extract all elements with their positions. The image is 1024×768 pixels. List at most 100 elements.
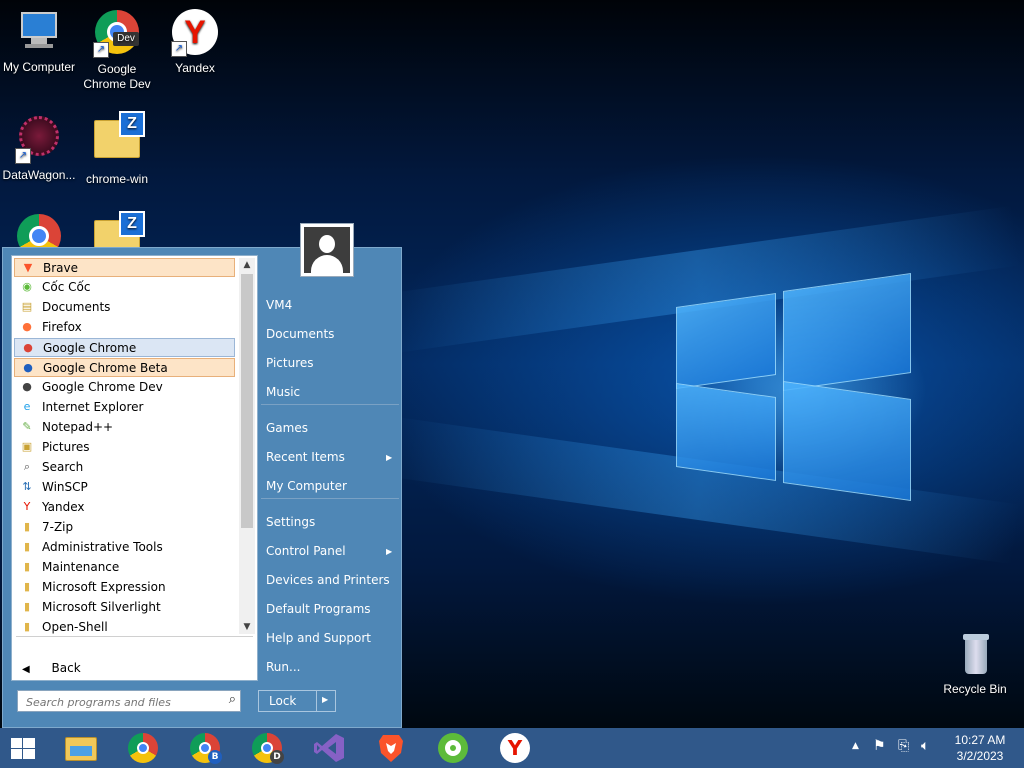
folder-icon: ▮ [23, 520, 31, 533]
folder-icon: ▮ [23, 600, 31, 613]
submenu-arrow-icon: ▶ [386, 453, 393, 462]
coccoc-icon [438, 733, 468, 763]
pictures-icon: ▣ [21, 440, 33, 453]
program-item[interactable]: ▤ Documents [14, 298, 235, 317]
divider [261, 498, 399, 499]
start-menu-link[interactable]: Recent Items [266, 450, 345, 464]
user-avatar[interactable] [300, 223, 354, 277]
scroll-up-icon[interactable]: ▲ [239, 258, 255, 272]
program-label: Microsoft Expression [42, 580, 166, 594]
start-menu-link[interactable]: Run... [266, 660, 300, 674]
taskbar-chrome-dev[interactable]: D [250, 731, 284, 765]
volume-icon[interactable]: 🔈︎ [921, 738, 929, 754]
search-icon[interactable]: ⌕ [229, 692, 236, 707]
program-item[interactable]: ▣ Pictures [14, 438, 235, 457]
program-label: Google Chrome Dev [42, 380, 163, 394]
desktop-icon-yandex[interactable]: Y ↗ Yandex [156, 8, 234, 76]
start-menu-link[interactable]: Music [266, 385, 300, 399]
yandex-icon: Y [23, 500, 31, 513]
taskbar-chrome[interactable] [126, 731, 160, 765]
desktop-icon-label: My Computer [2, 60, 76, 74]
desktop: My Computer Dev ↗ Google Chrome Dev Y ↗ … [0, 0, 1024, 728]
desktop-icon-my-computer[interactable]: My Computer [0, 8, 78, 75]
shortcut-arrow-icon: ↗ [171, 41, 187, 57]
search-input[interactable] [24, 693, 218, 711]
desktop-icon-chrome-dev[interactable]: Dev ↗ Google Chrome Dev [78, 8, 156, 92]
dev-badge: D [270, 750, 284, 764]
program-item[interactable]: ▮ Microsoft Silverlight [14, 598, 235, 617]
program-item[interactable]: ● Google Chrome Beta [14, 358, 235, 377]
program-item[interactable]: ● Google Chrome [14, 338, 235, 357]
taskbar-visual-studio[interactable] [312, 731, 346, 765]
lock-options-arrow-icon[interactable]: ▶ [322, 695, 328, 704]
folder-icon: ▮ [23, 620, 31, 633]
taskbar-yandex[interactable]: Y [498, 731, 532, 765]
program-label: Firefox [42, 320, 82, 334]
internet-explorer-icon: e [23, 400, 31, 413]
program-item[interactable]: ▮ 7-Zip [14, 518, 235, 537]
program-label: Notepad++ [42, 420, 114, 434]
chrome-icon: ● [23, 341, 33, 354]
scrollbar-thumb[interactable] [241, 274, 253, 528]
desktop-icon-label: Yandex [175, 61, 215, 75]
folder-icon: ▮ [23, 560, 31, 573]
start-menu-link[interactable]: VM4 [266, 298, 292, 312]
programs-scrollbar[interactable]: ▲ ▼ [239, 258, 255, 634]
start-menu-link[interactable]: Help and Support [266, 631, 371, 645]
program-item[interactable]: ◉ Cốc Cốc [14, 278, 235, 297]
lock-button[interactable]: Lock ▶ [258, 690, 336, 712]
desktop-icon-chrome-win[interactable]: Z chrome-win [78, 111, 156, 187]
folder-icon: ▮ [23, 540, 31, 553]
program-item[interactable]: e Internet Explorer [14, 398, 235, 417]
start-search-box[interactable]: ⌕ [17, 690, 241, 712]
yandex-icon: Y [500, 733, 530, 763]
desktop-icon-recycle-bin[interactable]: Recycle Bin [936, 630, 1014, 697]
taskbar-file-explorer[interactable] [64, 731, 98, 765]
network-icon[interactable]: ⎘ [898, 738, 909, 754]
recycle-bin-icon [951, 630, 999, 678]
divider [261, 404, 399, 405]
my-computer-icon [15, 8, 63, 56]
program-item[interactable]: ● Firefox [14, 318, 235, 337]
program-item[interactable]: ▼ Brave [14, 258, 235, 277]
program-item[interactable]: ▮ Open-Shell [14, 618, 235, 637]
program-item[interactable]: ⇅ WinSCP [14, 478, 235, 497]
start-menu-link[interactable]: Games [266, 421, 308, 435]
divider [16, 636, 253, 637]
program-label: WinSCP [42, 480, 88, 494]
taskbar: B D Y ▲ ⚑ ⎘ 🔈︎ 10:27 AM 3/2/2023 [0, 728, 1024, 768]
program-item[interactable]: ⌕ Search [14, 458, 235, 477]
program-label: Google Chrome [43, 341, 137, 355]
program-label: Yandex [42, 500, 85, 514]
taskbar-chrome-beta[interactable]: B [188, 731, 222, 765]
wallpaper-logo-pane [676, 292, 776, 390]
back-button[interactable]: ◀ Back [22, 661, 81, 675]
beta-badge: B [208, 750, 222, 764]
scroll-down-icon[interactable]: ▼ [239, 620, 255, 634]
start-menu-link[interactable]: Settings [266, 515, 315, 529]
folder-zip-icon: Z [93, 111, 145, 168]
program-item[interactable]: ✎ Notepad++ [14, 418, 235, 437]
start-menu-link[interactable]: My Computer [266, 479, 347, 493]
program-item[interactable]: ▮ Microsoft Expression [14, 578, 235, 597]
start-menu-link[interactable]: Documents [266, 327, 334, 341]
taskbar-brave[interactable] [374, 731, 408, 765]
chrome-dev-icon: ● [22, 380, 32, 393]
action-center-flag-icon[interactable]: ⚑ [873, 738, 886, 754]
show-hidden-icons-icon[interactable]: ▲ [852, 741, 859, 751]
start-button[interactable] [6, 731, 40, 765]
start-menu-link[interactable]: Devices and Printers [266, 573, 390, 587]
start-menu-link[interactable]: Control Panel [266, 544, 346, 558]
start-menu-link[interactable]: Default Programs [266, 602, 371, 616]
desktop-icon-datawagon[interactable]: ↗ DataWagon... [0, 112, 78, 183]
program-item[interactable]: Y Yandex [14, 498, 235, 517]
program-item[interactable]: ● Google Chrome Dev [14, 378, 235, 397]
system-clock[interactable]: 10:27 AM 3/2/2023 [950, 732, 1010, 764]
desktop-icon-label: chrome-win [85, 172, 148, 186]
program-item[interactable]: ▮ Maintenance [14, 558, 235, 577]
start-menu-link[interactable]: Pictures [266, 356, 314, 370]
taskbar-coccoc[interactable] [436, 731, 470, 765]
program-item[interactable]: ▮ Administrative Tools [14, 538, 235, 557]
chrome-dev-icon: Dev ↗ [93, 10, 141, 58]
documents-icon: ▤ [21, 300, 33, 313]
